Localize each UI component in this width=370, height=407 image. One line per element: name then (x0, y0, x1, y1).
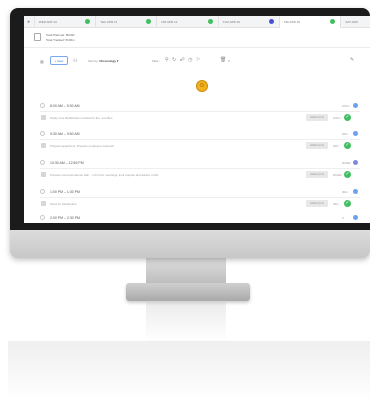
tab-label: THU APR 16 (222, 20, 240, 24)
time-block-header[interactable]: 1:00 PM – 1:30 PM 30m (24, 187, 370, 197)
task-row[interactable]: Send for distribution Admin (1:1) 30m ✓ (24, 199, 370, 209)
task-title: Study new Mobilization tutorial for the … (50, 116, 113, 120)
block-checkbox[interactable] (40, 131, 45, 136)
divider (40, 139, 360, 140)
tab-label: WED APR 10 (38, 20, 57, 24)
block-time-range: 9:30 AM – 9:50 AM (50, 132, 80, 136)
users-icon[interactable]: ⚇ (73, 58, 77, 64)
tab-status-dot (269, 19, 275, 24)
time-block-header[interactable]: 9:30 AM – 9:50 AM 20m (24, 129, 370, 139)
block-duration: 30m (342, 190, 348, 194)
day-tabs: ▸ WED APR 10 THU APR 11 FRI APR 12 THU A… (24, 16, 370, 28)
block-duration: 0 (342, 216, 344, 220)
task-icon (41, 143, 46, 148)
tab-status-dot (85, 19, 91, 24)
sort-dropdown[interactable]: Sort by: Chronology ▾ (88, 59, 118, 63)
block-time-range: 8:00 AM – 9:30 AM (50, 104, 80, 108)
tab-day[interactable]: WED APR 10 (33, 16, 95, 28)
block-status-dot (353, 160, 358, 165)
task-row[interactable]: Prepare appetizers, Prepare employee out… (24, 141, 370, 151)
edit-icon[interactable]: ✎ (350, 57, 354, 63)
tab-day-active[interactable]: FRI APR 15 (279, 16, 341, 28)
desktop-scene: ▸ WED APR 10 THU APR 11 FRI APR 12 THU A… (0, 0, 370, 407)
task-icon (41, 172, 46, 177)
block-checkbox[interactable] (40, 189, 45, 194)
tab-label: SAT APR (345, 20, 358, 24)
total-planned: Total Planned: 8h00m (46, 33, 76, 37)
tab-label: FRI APR 12 (161, 20, 178, 24)
task-duration: 2h30m (333, 173, 343, 177)
app-screen: ▸ WED APR 10 THU APR 11 FRI APR 12 THU A… (24, 16, 370, 223)
task-row[interactable]: Study new Mobilization tutorial for the … (24, 113, 370, 123)
trash-icon[interactable]: 🗑 (220, 57, 226, 63)
divider (24, 47, 370, 48)
tab-status-dot (146, 19, 152, 24)
tab-back-icon[interactable]: ▸ (24, 16, 34, 28)
task-duration: 1h5m (333, 116, 341, 120)
block-status-dot (353, 103, 358, 108)
task-duration: 30m (333, 202, 339, 206)
block-checkbox[interactable] (40, 160, 45, 165)
tab-label: THU APR 11 (100, 20, 118, 24)
tab-status-dot (207, 19, 213, 24)
desk-reflection (8, 341, 370, 401)
filter-icons[interactable]: ⚲ ↻ ☍ ◷ ⚐ (165, 57, 201, 63)
monitor-stand-base (126, 283, 250, 301)
block-duration: 1h5m (342, 104, 350, 108)
block-time-range: 2:00 PM – 2:30 PM (50, 216, 80, 220)
monitor-stand-neck (146, 258, 226, 284)
task-category-tag[interactable]: Admin (1:1) (306, 142, 328, 149)
trash-count: 0 (228, 59, 230, 63)
new-task-button[interactable]: + New (50, 56, 68, 65)
tab-day[interactable]: SAT APR (340, 16, 370, 28)
filter-label: Filter: (152, 59, 160, 63)
tab-status-dot (330, 19, 336, 24)
stand-reflection (146, 302, 226, 342)
task-category-tag[interactable]: Admin (1:1) (306, 114, 328, 121)
tab-day[interactable]: THU APR 16 (217, 16, 279, 28)
tab-label: FRI APR 15 (284, 20, 300, 24)
task-category-tag[interactable]: Admin (1:1) (306, 200, 328, 207)
task-duration: 20m (333, 144, 339, 148)
grid-view-icon[interactable]: ▦ (40, 59, 44, 64)
monitor: ▸ WED APR 10 THU APR 11 FRI APR 12 THU A… (10, 8, 370, 258)
tab-day[interactable]: FRI APR 12 (156, 16, 217, 28)
smiley-emoji-icon: ☺ (196, 80, 208, 92)
task-category-tag[interactable]: Admin (1:1) (306, 171, 328, 178)
check-circle-icon[interactable]: ✓ (344, 142, 351, 149)
block-time-range: 10:30 AM – 12:59 PM (50, 161, 84, 165)
time-block-header[interactable]: 10:30 AM – 12:59 PM 2h30m (24, 158, 370, 168)
calendar-icon (34, 33, 41, 41)
time-block-header[interactable]: 8:00 AM – 9:30 AM 1h5m (24, 101, 370, 111)
task-row[interactable]: Prepare correspondence with .. info from… (24, 170, 370, 180)
check-circle-icon[interactable]: ✓ (344, 171, 351, 178)
sort-value: Chronology ▾ (99, 59, 119, 63)
block-status-dot (353, 215, 358, 220)
task-title: Prepare correspondence with .. info from… (50, 173, 159, 177)
divider (40, 168, 360, 169)
task-title: Prepare appetizers, Prepare employee out… (50, 144, 115, 148)
block-status-dot (353, 131, 358, 136)
sort-prefix: Sort by: (88, 59, 99, 63)
block-checkbox[interactable] (40, 215, 45, 220)
block-time-range: 1:00 PM – 1:30 PM (50, 190, 80, 194)
check-circle-icon[interactable]: ✓ (344, 114, 351, 121)
tab-day[interactable]: THU APR 11 (95, 16, 156, 28)
monitor-bezel: ▸ WED APR 10 THU APR 11 FRI APR 12 THU A… (10, 8, 370, 230)
block-status-dot (353, 189, 358, 194)
task-icon (41, 115, 46, 120)
time-block-header[interactable]: 2:00 PM – 2:30 PM 0 (24, 213, 370, 223)
monitor-chin (10, 230, 370, 258)
block-checkbox[interactable] (40, 103, 45, 108)
divider (40, 197, 360, 198)
task-icon (41, 201, 46, 206)
total-tracked: Total Tracked: 5h30m (46, 38, 75, 42)
check-circle-icon[interactable]: ✓ (344, 200, 351, 207)
block-duration: 2h30m (342, 161, 352, 165)
divider (40, 111, 360, 112)
task-title: Send for distribution (50, 202, 77, 206)
block-duration: 20m (342, 132, 348, 136)
